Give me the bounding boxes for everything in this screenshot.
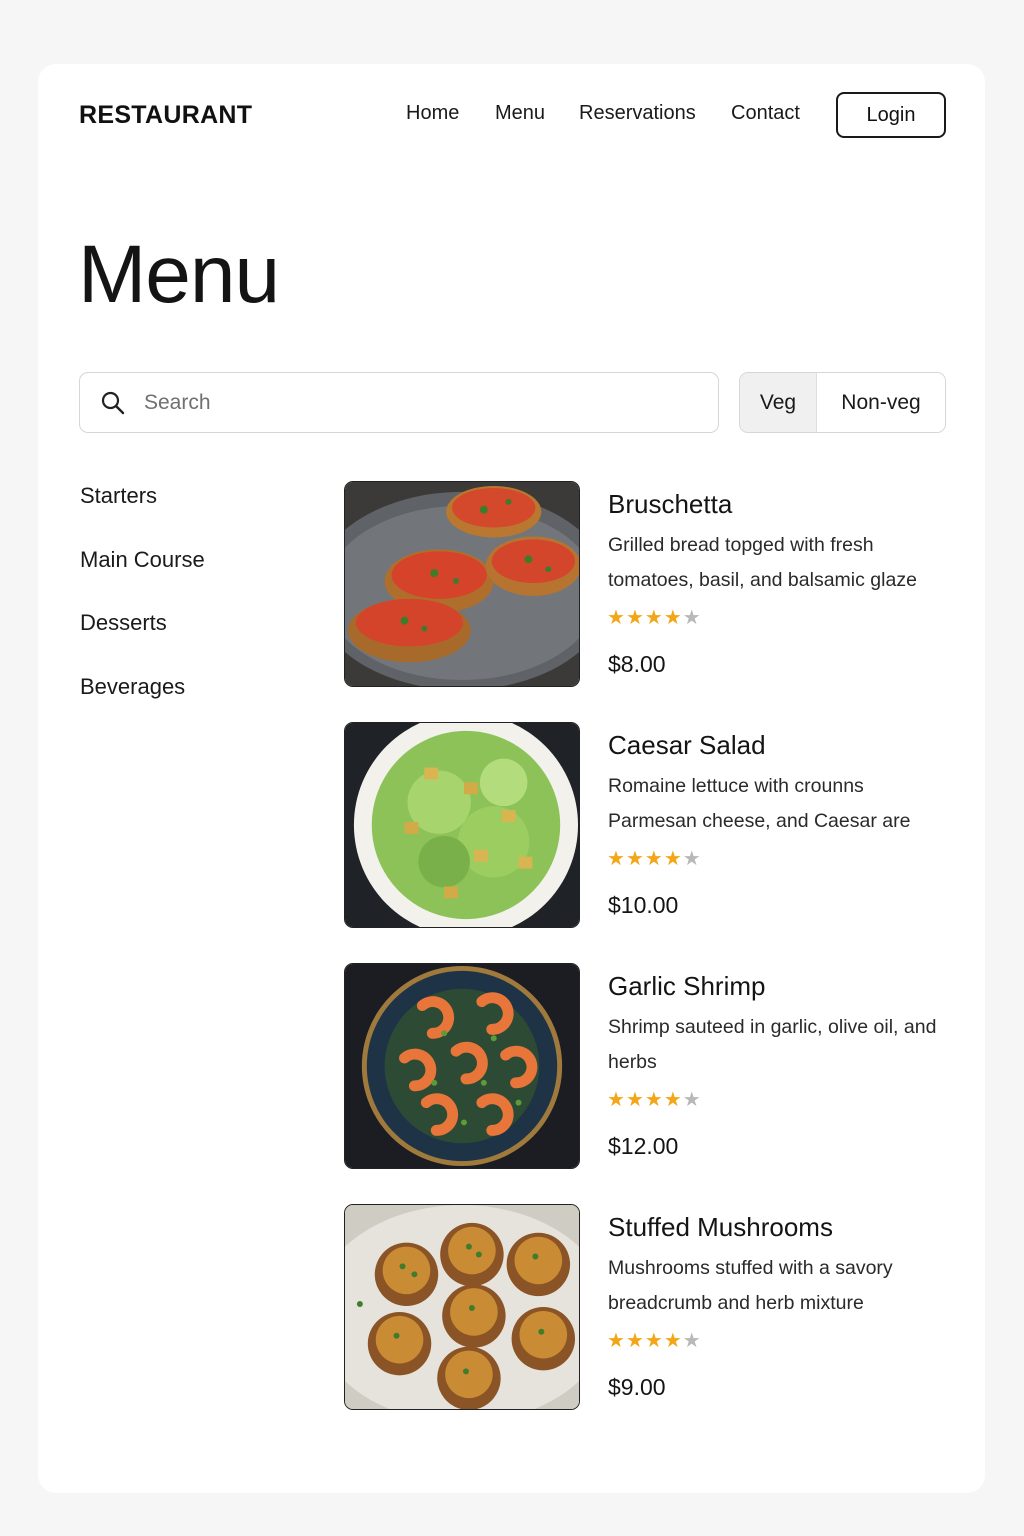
star-filled-icon: ★: [607, 848, 625, 870]
item-price: $10.00: [608, 892, 679, 918]
item-description: Romaine lettuce with crounns Parmesan ch…: [608, 775, 911, 832]
star-empty-icon: ★: [682, 848, 701, 870]
item-name: Garlic Shrimp: [608, 971, 766, 1001]
star-filled-icon: ★: [625, 1089, 644, 1111]
category-starters[interactable]: Starters: [80, 483, 157, 509]
item-name: Caesar Salad: [608, 730, 766, 760]
filter-veg-option[interactable]: Veg: [740, 373, 817, 432]
menu-item[interactable]: Bruschetta Grilled bread topged with fre…: [344, 481, 946, 687]
star-empty-icon: ★: [682, 1089, 701, 1111]
nav-home[interactable]: Home: [406, 102, 459, 125]
item-rating: ★ ★ ★ ★ ★: [607, 608, 701, 628]
star-filled-icon: ★: [663, 848, 682, 870]
item-price: $8.00: [608, 651, 666, 677]
search-box[interactable]: [79, 372, 719, 433]
login-button[interactable]: Login: [836, 92, 946, 138]
star-filled-icon: ★: [663, 1330, 682, 1352]
nav-menu[interactable]: Menu: [495, 102, 545, 125]
item-rating: ★ ★ ★ ★ ★: [607, 1090, 701, 1110]
star-filled-icon: ★: [607, 607, 625, 629]
page-card: RESTAURANT Home Menu Reservations Contac…: [38, 64, 985, 1493]
search-icon: [100, 390, 126, 416]
garlic-shrimp-photo: [344, 963, 580, 1169]
item-description: Mushrooms stuffed with a savory breadcru…: [608, 1257, 893, 1314]
item-rating: ★ ★ ★ ★ ★: [607, 849, 701, 869]
menu-item[interactable]: Garlic Shrimp Shrimp sauteed in garlic, …: [344, 963, 946, 1169]
star-filled-icon: ★: [663, 1089, 682, 1111]
nav-contact[interactable]: Contact: [731, 102, 800, 125]
caesar-salad-photo: [344, 722, 580, 928]
category-main-course[interactable]: Main Course: [80, 547, 205, 573]
category-beverages[interactable]: Beverages: [80, 674, 185, 700]
item-name: Bruschetta: [608, 489, 733, 519]
star-filled-icon: ★: [644, 1089, 663, 1111]
item-price: $12.00: [608, 1133, 679, 1159]
star-filled-icon: ★: [644, 607, 663, 629]
page-title: Menu: [78, 229, 280, 320]
bruschetta-photo: [344, 481, 580, 687]
brand-logo[interactable]: RESTAURANT: [79, 101, 252, 130]
item-description: Shrimp sauteed in garlic, olive oil, and…: [608, 1016, 937, 1073]
item-description: Grilled bread topged with fresh tomatoes…: [608, 534, 917, 591]
search-input[interactable]: [144, 390, 718, 415]
star-empty-icon: ★: [682, 1330, 701, 1352]
menu-item[interactable]: Caesar Salad Romaine lettuce with crounn…: [344, 722, 946, 928]
star-filled-icon: ★: [644, 1330, 663, 1352]
star-filled-icon: ★: [625, 607, 644, 629]
item-rating: ★ ★ ★ ★ ★: [607, 1331, 701, 1351]
veg-filter-toggle: Veg Non-veg: [739, 372, 946, 433]
menu-item[interactable]: Stuffed Mushrooms Mushrooms stuffed with…: [344, 1204, 946, 1410]
star-filled-icon: ★: [625, 1330, 644, 1352]
filter-non-veg-option[interactable]: Non-veg: [817, 373, 945, 432]
star-filled-icon: ★: [607, 1089, 625, 1111]
item-price: $9.00: [608, 1374, 666, 1400]
star-empty-icon: ★: [682, 607, 701, 629]
star-filled-icon: ★: [625, 848, 644, 870]
star-filled-icon: ★: [663, 607, 682, 629]
star-filled-icon: ★: [607, 1330, 625, 1352]
stuffed-mushrooms-photo: [344, 1204, 580, 1410]
item-name: Stuffed Mushrooms: [608, 1212, 833, 1242]
star-filled-icon: ★: [644, 848, 663, 870]
category-desserts[interactable]: Desserts: [80, 610, 167, 636]
nav-reservations[interactable]: Reservations: [579, 102, 696, 125]
